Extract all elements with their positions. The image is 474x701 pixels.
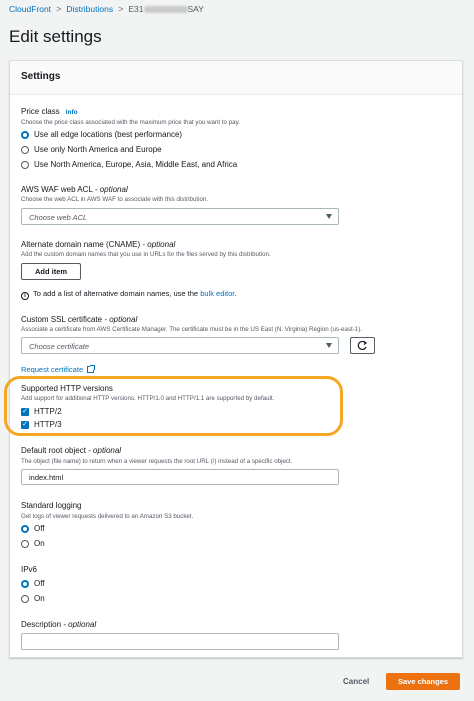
description-optional: - optional bbox=[63, 620, 97, 629]
breadcrumb-cloudfront-link[interactable]: CloudFront bbox=[9, 4, 51, 14]
root-object-input[interactable]: index.html bbox=[21, 469, 339, 485]
ipv6-label: IPv6 bbox=[21, 565, 38, 574]
root-object-desc: The object (file name) to return when a … bbox=[21, 458, 293, 465]
breadcrumb-distributions-link[interactable]: Distributions bbox=[66, 4, 113, 14]
waf-select-placeholder: Choose web ACL bbox=[29, 213, 88, 222]
annotation-highlight bbox=[4, 376, 343, 436]
price-class-option-na-eu-asia[interactable]: Use North America, Europe, Asia, Middle … bbox=[21, 160, 237, 169]
waf-optional: - optional bbox=[94, 185, 128, 194]
ssl-desc: Associate a certificate from AWS Certifi… bbox=[21, 326, 363, 333]
root-object-label: Default root object - optional bbox=[21, 446, 121, 455]
ipv6-option-label: Off bbox=[34, 579, 45, 588]
waf-label-text: AWS WAF web ACL bbox=[21, 185, 93, 194]
radio-selected-icon[interactable] bbox=[21, 579, 29, 588]
radio-icon[interactable] bbox=[21, 145, 29, 154]
redacted-id bbox=[143, 6, 188, 14]
request-certificate-link[interactable]: Request certificate bbox=[21, 359, 96, 377]
page-title: Edit settings bbox=[9, 27, 102, 46]
breadcrumb: CloudFront > Distributions > E31 SAY bbox=[9, 4, 204, 14]
price-class-option-label: Use all edge locations (best performance… bbox=[34, 130, 183, 139]
price-class-option-label: Use North America, Europe, Asia, Middle … bbox=[34, 160, 238, 169]
ipv6-option-on[interactable]: On bbox=[21, 594, 45, 603]
info-icon: i bbox=[21, 292, 29, 300]
add-item-button[interactable]: Add item bbox=[21, 263, 81, 280]
waf-label: AWS WAF web ACL - optional bbox=[21, 185, 128, 194]
caret-down-icon bbox=[326, 214, 332, 219]
cname-optional: - optional bbox=[142, 240, 176, 249]
description-input[interactable] bbox=[21, 633, 339, 650]
logging-option-label: Off bbox=[34, 524, 45, 533]
external-link-icon bbox=[87, 365, 96, 373]
panel-title: Settings bbox=[10, 61, 462, 95]
price-class-info-link[interactable]: Info bbox=[66, 109, 78, 116]
cname-desc: Add the custom domain names that you use… bbox=[21, 251, 271, 258]
description-label-text: Description bbox=[21, 620, 62, 629]
chevron-right-icon: > bbox=[56, 4, 62, 14]
ssl-optional: - optional bbox=[104, 315, 138, 324]
ssl-select[interactable]: Choose certificate bbox=[21, 337, 339, 354]
radio-icon[interactable] bbox=[21, 539, 29, 548]
bulk-editor-prefix: To add a list of alternative domain name… bbox=[33, 289, 199, 298]
cname-label: Alternate domain name (CNAME) - optional bbox=[21, 240, 175, 249]
request-certificate-label[interactable]: Request certificate bbox=[21, 365, 83, 374]
description-label: Description - optional bbox=[21, 620, 96, 629]
root-object-label-text: Default root object bbox=[21, 446, 86, 455]
radio-icon[interactable] bbox=[21, 160, 29, 169]
refresh-icon bbox=[357, 340, 367, 351]
waf-select[interactable]: Choose web ACL bbox=[21, 208, 339, 225]
logging-option-on[interactable]: On bbox=[21, 539, 45, 548]
breadcrumb-current-prefix: E31 bbox=[128, 4, 144, 14]
ssl-select-placeholder: Choose certificate bbox=[29, 342, 90, 351]
ssl-label-text: Custom SSL certificate bbox=[21, 315, 103, 324]
radio-icon[interactable] bbox=[21, 594, 29, 603]
ssl-label: Custom SSL certificate - optional bbox=[21, 315, 137, 324]
logging-desc: Get logs of viewer requests delivered to… bbox=[21, 513, 194, 520]
caret-down-icon bbox=[326, 343, 332, 348]
price-class-option-na-eu[interactable]: Use only North America and Europe bbox=[21, 145, 162, 154]
cname-label-text: Alternate domain name (CNAME) bbox=[21, 240, 141, 249]
cancel-button[interactable]: Cancel bbox=[343, 677, 369, 686]
waf-desc: Choose the web ACL in AWS WAF to associa… bbox=[21, 196, 209, 203]
chevron-right-icon: > bbox=[118, 4, 124, 14]
refresh-certificates-button[interactable] bbox=[350, 337, 375, 354]
radio-selected-icon[interactable] bbox=[21, 130, 29, 139]
price-class-label: Price class Info bbox=[21, 107, 78, 116]
bulk-editor-note: i To add a list of alternative domain nam… bbox=[21, 289, 237, 300]
settings-panel: Settings Price class Info Choose the pric… bbox=[9, 60, 463, 658]
price-class-option-label: Use only North America and Europe bbox=[34, 145, 162, 154]
ipv6-option-label: On bbox=[34, 594, 45, 603]
logging-option-off[interactable]: Off bbox=[21, 524, 45, 533]
price-class-desc: Choose the price class associated with t… bbox=[21, 119, 240, 126]
price-class-option-all[interactable]: Use all edge locations (best performance… bbox=[21, 130, 182, 139]
bulk-editor-suffix: . bbox=[234, 289, 237, 298]
bulk-editor-link[interactable]: bulk editor bbox=[200, 289, 234, 298]
radio-selected-icon[interactable] bbox=[21, 524, 29, 533]
logging-label: Standard logging bbox=[21, 501, 82, 510]
breadcrumb-current: E31 SAY bbox=[128, 4, 204, 14]
price-class-label-text: Price class bbox=[21, 107, 60, 116]
ipv6-option-off[interactable]: Off bbox=[21, 579, 45, 588]
save-changes-button[interactable]: Save changes bbox=[386, 673, 460, 690]
logging-option-label: On bbox=[34, 539, 45, 548]
breadcrumb-current-suffix: SAY bbox=[187, 4, 204, 14]
root-object-optional: - optional bbox=[88, 446, 122, 455]
